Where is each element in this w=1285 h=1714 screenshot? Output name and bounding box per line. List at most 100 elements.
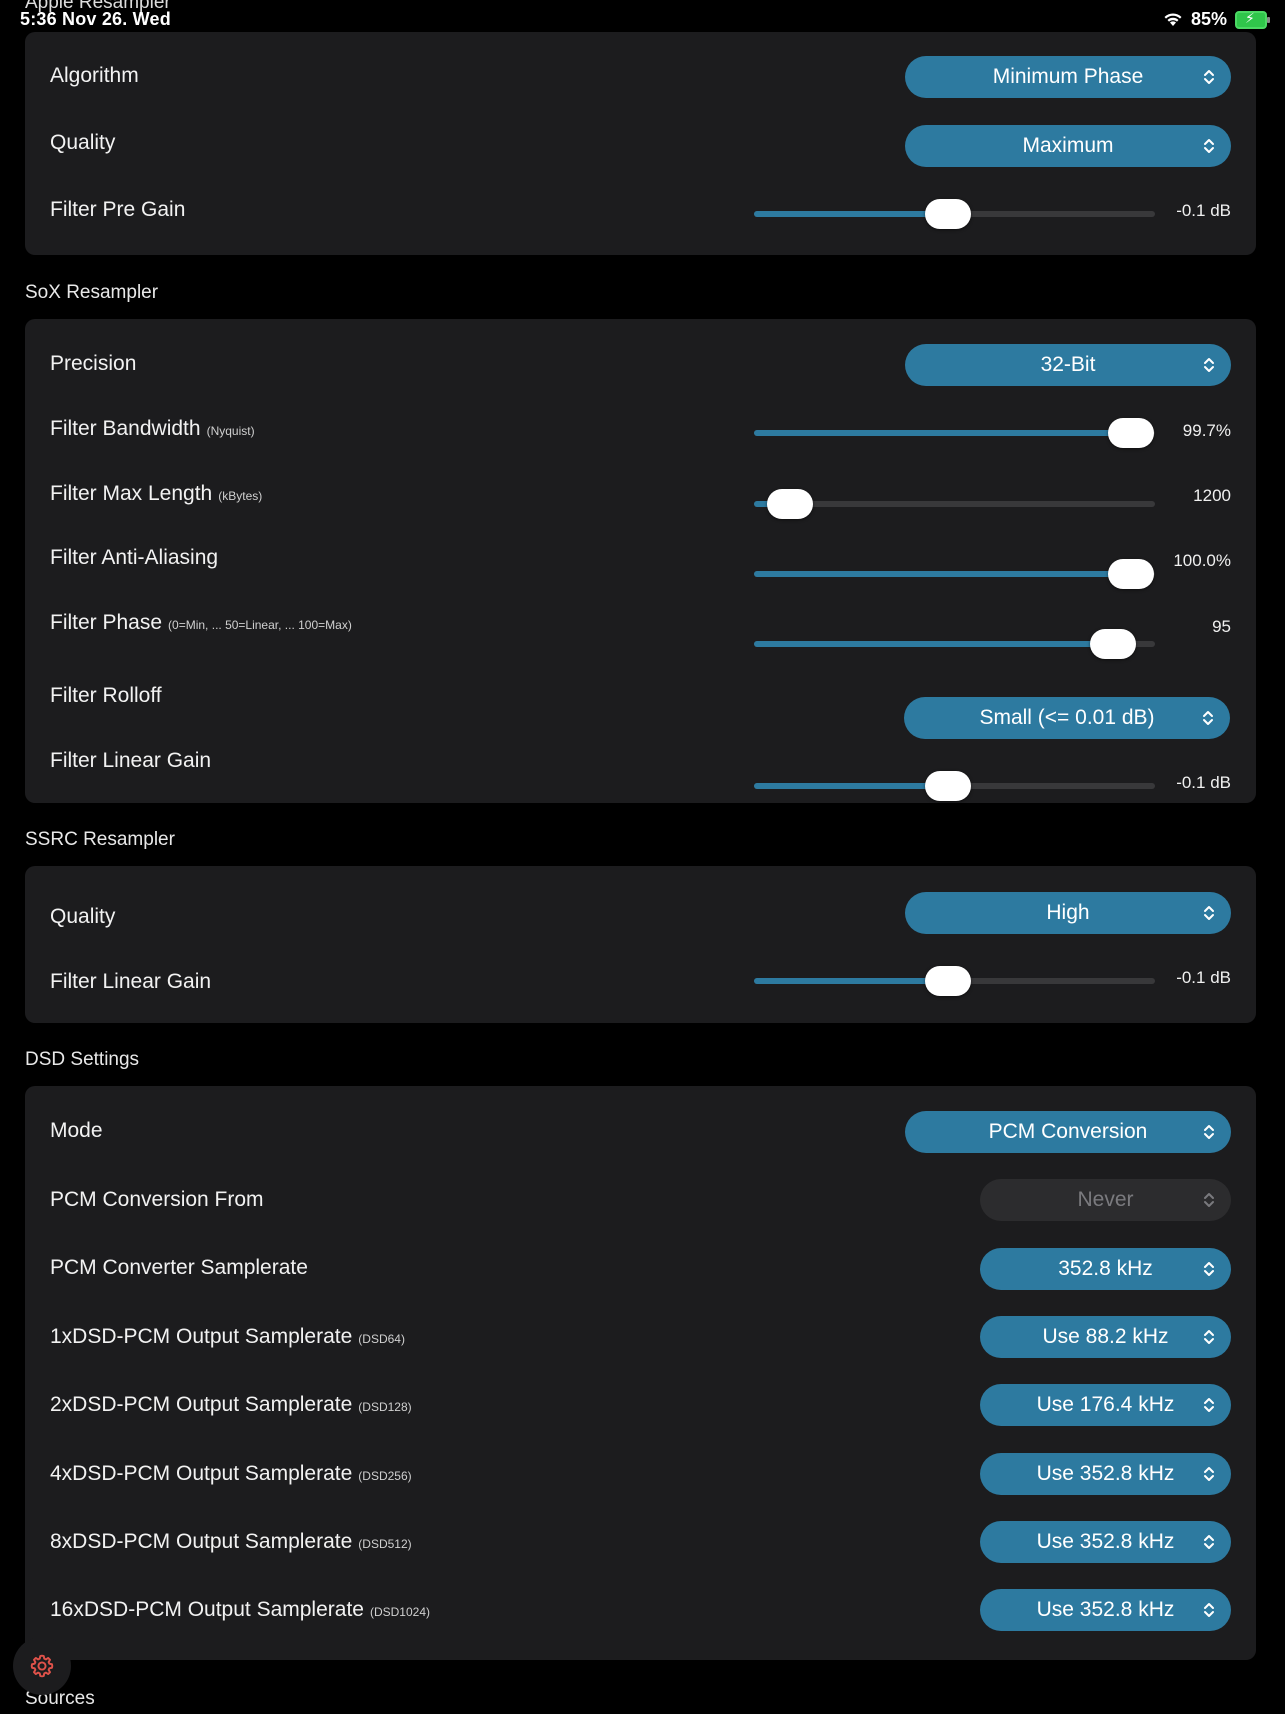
- dsd-row-label: 4xDSD-PCM Output Samplerate: [50, 1462, 353, 1485]
- filter-bandwidth-unit: (Nyquist): [206, 424, 255, 438]
- slider-thumb[interactable]: [925, 966, 972, 996]
- filter-anti-aliasing-slider[interactable]: [754, 559, 1155, 589]
- gear-icon: [30, 1654, 54, 1678]
- dsd128-output-label: 2xDSD-PCM Output Samplerate (DSD128): [50, 1393, 412, 1417]
- sox-resampler-header: SoX Resampler: [25, 282, 159, 303]
- dsd-row-value: Use 88.2 kHz: [1042, 1325, 1169, 1348]
- chevron-updown-icon: [1203, 711, 1213, 725]
- slider-fill: [754, 641, 1113, 647]
- filter-linear-gain-value: -0.1 dB: [1176, 773, 1231, 792]
- precision-label: Precision: [50, 352, 137, 375]
- dsd1024-output-label: 16xDSD-PCM Output Samplerate (DSD1024): [50, 1598, 430, 1622]
- dsd-row-sub: (DSD128): [358, 1400, 412, 1414]
- dsd-row-label: 8xDSD-PCM Output Samplerate: [50, 1530, 353, 1553]
- pcm-conversion-from-label: PCM Conversion From: [50, 1188, 264, 1211]
- dsd-settings-header: DSD Settings: [25, 1049, 140, 1070]
- filter-max-length-slider[interactable]: [754, 489, 1155, 519]
- chevron-updown-icon: [1204, 1535, 1214, 1549]
- slider-fill: [754, 783, 949, 789]
- ssrc-filter-linear-gain-label: Filter Linear Gain: [50, 970, 212, 993]
- filter-max-length-label: Filter Max Length (kBytes): [50, 482, 262, 506]
- filter-anti-aliasing-value: 100.0%: [1173, 551, 1231, 570]
- filter-bandwidth-label: Filter Bandwidth (Nyquist): [50, 417, 255, 441]
- filter-bandwidth-slider[interactable]: [754, 418, 1155, 448]
- dsd128-output-select[interactable]: Use 176.4 kHz: [980, 1384, 1231, 1426]
- slider-thumb[interactable]: [925, 199, 972, 229]
- status-bar: Apple Resampler 5:36 Nov 26. Wed 85% ⚡: [0, 0, 1285, 30]
- dsd-row-value: Use 176.4 kHz: [1036, 1393, 1175, 1416]
- ssrc-quality-label: Quality: [50, 905, 116, 928]
- chevron-updown-icon: [1204, 1262, 1214, 1276]
- dsd-row-sub: (DSD1024): [369, 1605, 430, 1619]
- quality-label: Quality: [50, 131, 116, 154]
- slider-fill: [754, 571, 1131, 577]
- filter-phase-text: Filter Phase: [50, 611, 163, 634]
- mode-select-value: PCM Conversion: [988, 1120, 1148, 1143]
- dsd-row-label: 1xDSD-PCM Output Samplerate: [50, 1325, 353, 1348]
- chevron-updown-icon: [1204, 1603, 1214, 1617]
- dsd512-output-label: 8xDSD-PCM Output Samplerate (DSD512): [50, 1530, 412, 1554]
- dsd-row-value: Use 352.8 kHz: [1036, 1530, 1175, 1553]
- filter-phase-hint: (0=Min, ... 50=Linear, ... 100=Max): [168, 618, 352, 632]
- filter-bandwidth-value: 99.7%: [1182, 421, 1231, 440]
- dsd512-output-select[interactable]: Use 352.8 kHz: [980, 1521, 1231, 1563]
- slider-thumb[interactable]: [1107, 559, 1154, 589]
- dsd-row-label: 2xDSD-PCM Output Samplerate: [50, 1393, 353, 1416]
- pcm-converter-samplerate-select[interactable]: 352.8 kHz: [980, 1248, 1231, 1290]
- filter-linear-gain-label: Filter Linear Gain: [50, 749, 212, 772]
- filter-linear-gain-slider[interactable]: [754, 771, 1155, 801]
- precision-select[interactable]: 32-Bit: [905, 344, 1231, 386]
- status-indicators: 85% ⚡: [1163, 9, 1270, 30]
- chevron-updown-icon: [1204, 1125, 1214, 1139]
- slider-thumb[interactable]: [1089, 629, 1136, 659]
- filter-phase-label: Filter Phase (0=Min, ... 50=Linear, ... 1…: [50, 611, 352, 635]
- filter-phase-slider[interactable]: [754, 629, 1155, 659]
- dsd64-output-select[interactable]: Use 88.2 kHz: [980, 1316, 1231, 1358]
- filter-anti-aliasing-label: Filter Anti-Aliasing: [50, 546, 219, 569]
- dsd-row-value: Use 352.8 kHz: [1036, 1462, 1175, 1485]
- chevron-updown-icon: [1204, 1193, 1214, 1207]
- filter-phase-value: 95: [1212, 617, 1231, 636]
- filter-max-length-unit: (kBytes): [218, 489, 263, 503]
- dsd256-output-select[interactable]: Use 352.8 kHz: [980, 1453, 1231, 1495]
- slider-fill: [754, 430, 1131, 436]
- slider-fill: [754, 211, 949, 217]
- settings-button[interactable]: [13, 1637, 71, 1695]
- battery-percent: 85%: [1190, 9, 1227, 29]
- slider-thumb[interactable]: [767, 489, 814, 519]
- ssrc-resampler-header: SSRC Resampler: [25, 829, 175, 850]
- filter-rolloff-label: Filter Rolloff: [50, 684, 162, 707]
- filter-pre-gain-label: Filter Pre Gain: [50, 198, 186, 221]
- dsd-row-sub: (DSD64): [358, 1332, 405, 1346]
- mode-select[interactable]: PCM Conversion: [905, 1111, 1231, 1153]
- filter-pre-gain-slider[interactable]: [754, 199, 1155, 229]
- ssrc-quality-select-value: High: [1046, 901, 1090, 924]
- dsd1024-output-select[interactable]: Use 352.8 kHz: [980, 1589, 1231, 1631]
- ssrc-resampler-card: [25, 866, 1256, 1023]
- dsd-row-label: 16xDSD-PCM Output Samplerate: [50, 1598, 364, 1621]
- dsd-row-sub: (DSD256): [358, 1469, 412, 1483]
- dsd256-output-label: 4xDSD-PCM Output Samplerate (DSD256): [50, 1462, 412, 1486]
- algorithm-select[interactable]: Minimum Phase: [905, 56, 1231, 98]
- ssrc-filter-linear-gain-slider[interactable]: [754, 966, 1155, 996]
- ssrc-quality-select[interactable]: High: [905, 892, 1231, 934]
- mode-label: Mode: [50, 1119, 103, 1142]
- dsd-row-value: Use 352.8 kHz: [1036, 1598, 1175, 1621]
- quality-select-value: Maximum: [1022, 134, 1114, 157]
- precision-select-value: 32-Bit: [1040, 353, 1096, 376]
- filter-rolloff-select[interactable]: Small (<= 0.01 dB): [904, 697, 1230, 739]
- chevron-updown-icon: [1204, 139, 1214, 153]
- pcm-conversion-from-value: Never: [1077, 1188, 1134, 1211]
- filter-rolloff-select-value: Small (<= 0.01 dB): [979, 706, 1155, 729]
- filter-pre-gain-value: -0.1 dB: [1176, 201, 1231, 220]
- slider-thumb[interactable]: [1107, 418, 1154, 448]
- chevron-updown-icon: [1204, 1330, 1214, 1344]
- filter-max-length-value: 1200: [1193, 486, 1231, 505]
- chevron-updown-icon: [1204, 70, 1214, 84]
- slider-thumb[interactable]: [925, 771, 972, 801]
- chevron-updown-icon: [1204, 358, 1214, 372]
- filter-max-length-text: Filter Max Length: [50, 482, 213, 505]
- quality-select[interactable]: Maximum: [905, 125, 1231, 167]
- dsd-settings-card: [25, 1086, 1256, 1660]
- filter-bandwidth-text: Filter Bandwidth: [50, 417, 201, 440]
